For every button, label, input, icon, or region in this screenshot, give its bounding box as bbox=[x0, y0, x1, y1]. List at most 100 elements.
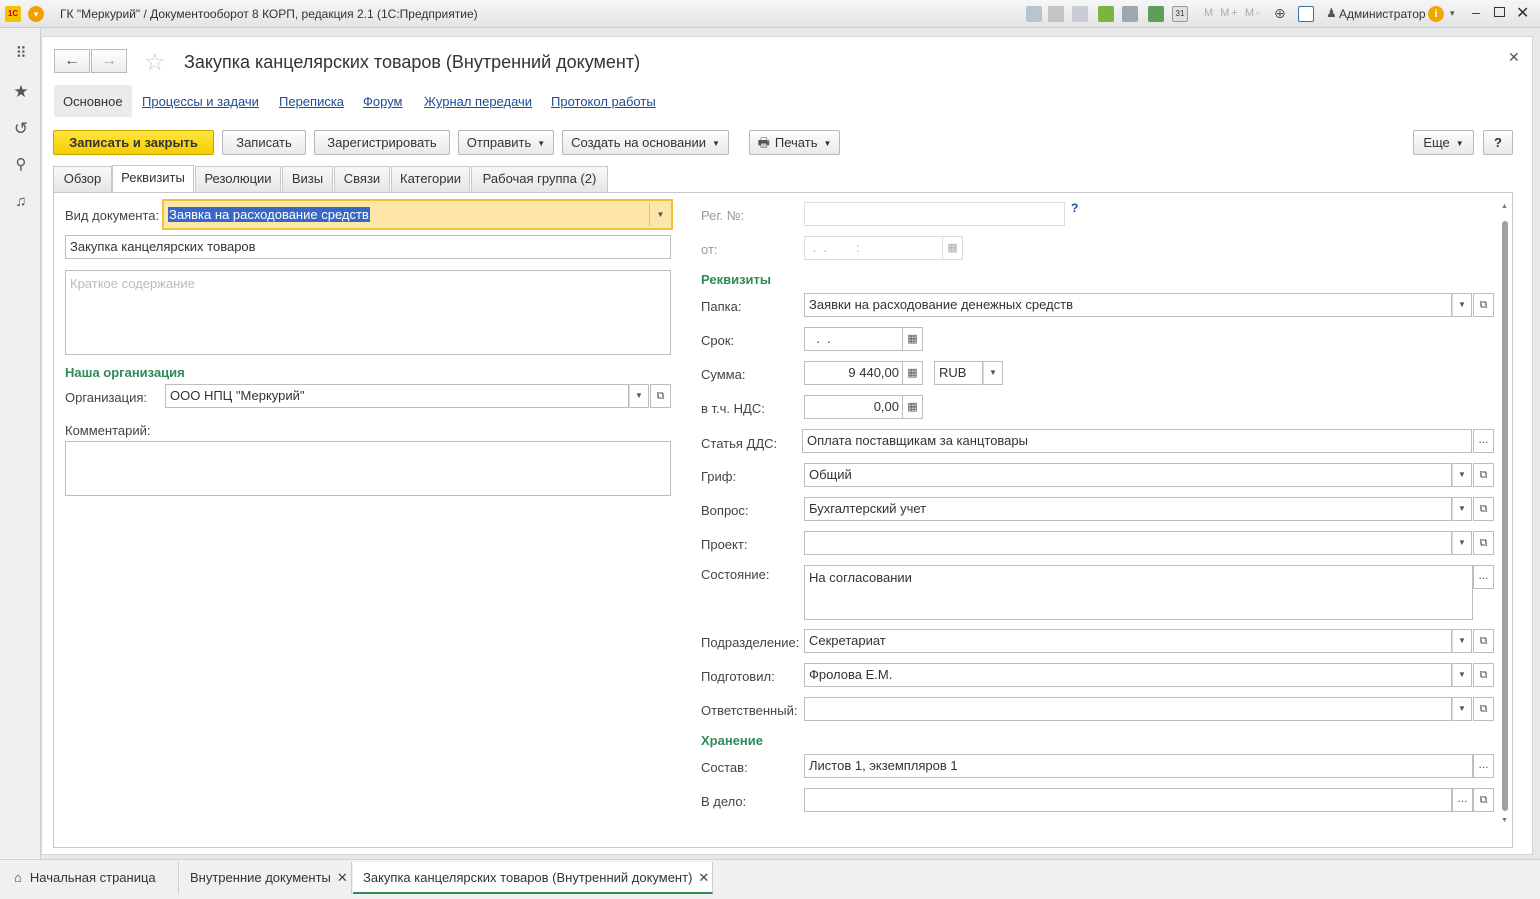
history-icon[interactable]: ↺ bbox=[12, 120, 30, 138]
back-button[interactable]: ← bbox=[54, 49, 90, 73]
open-icon[interactable]: ⧉ bbox=[1473, 463, 1494, 487]
select-dots-icon[interactable]: ... bbox=[1473, 565, 1494, 589]
minimize-icon[interactable]: – bbox=[1472, 4, 1480, 20]
scroll-down-icon[interactable]: ▼ bbox=[1501, 817, 1508, 824]
save-and-close-button[interactable]: Записать и закрыть bbox=[53, 130, 214, 155]
forward-button[interactable]: → bbox=[91, 49, 127, 73]
chevron-down-icon[interactable]: ▼ bbox=[1452, 497, 1472, 521]
m-plus-button[interactable]: M+ bbox=[1220, 7, 1240, 19]
favorite-star-icon[interactable]: ☆ bbox=[144, 48, 166, 77]
comment-field[interactable] bbox=[65, 441, 671, 496]
register-button[interactable]: Зарегистрировать bbox=[314, 130, 450, 155]
tab-links[interactable]: Связи bbox=[334, 166, 390, 192]
chevron-down-icon[interactable]: ▼ bbox=[1452, 463, 1472, 487]
open-icon[interactable]: ⧉ bbox=[1473, 788, 1494, 812]
title-field[interactable]: Закупка канцелярских товаров bbox=[65, 235, 671, 259]
chevron-down-icon[interactable]: ▼ bbox=[1452, 697, 1472, 721]
tab-categories[interactable]: Категории bbox=[391, 166, 470, 192]
create-based-button[interactable]: Создать на основании ▼ bbox=[562, 130, 729, 155]
info-icon[interactable]: i bbox=[1428, 6, 1444, 22]
org-field[interactable]: ООО НПЦ "Меркурий" bbox=[165, 384, 629, 408]
open-icon[interactable]: ⧉ bbox=[1473, 531, 1494, 555]
nav-processes[interactable]: Процессы и задачи bbox=[142, 94, 259, 109]
main-menu-icon[interactable]: ▾ bbox=[28, 6, 44, 22]
dds-field[interactable]: Оплата поставщикам за канцтовары bbox=[802, 429, 1472, 453]
panel-icon[interactable] bbox=[1298, 6, 1314, 22]
open-icon[interactable]: ⧉ bbox=[1473, 497, 1494, 521]
responsible-field[interactable] bbox=[804, 697, 1452, 721]
apps-grid-icon[interactable]: ⠿ bbox=[12, 45, 30, 63]
vat-field[interactable]: 0,00 bbox=[804, 395, 903, 419]
nav-transfer-log[interactable]: Журнал передачи bbox=[424, 94, 532, 109]
summary-field[interactable]: Краткое содержание bbox=[65, 270, 671, 355]
chevron-down-icon[interactable]: ▼ bbox=[1452, 531, 1472, 555]
chevron-down-icon[interactable]: ▼ bbox=[1452, 663, 1472, 687]
grif-field[interactable]: Общий bbox=[804, 463, 1452, 487]
star-icon[interactable]: ★ bbox=[12, 83, 30, 101]
select-dots-icon[interactable]: ... bbox=[1452, 788, 1473, 812]
currency-field[interactable]: RUB bbox=[934, 361, 983, 385]
tab-visas[interactable]: Визы bbox=[282, 166, 333, 192]
tab-overview[interactable]: Обзор bbox=[53, 166, 112, 192]
close-form-icon[interactable]: ✕ bbox=[1508, 49, 1520, 66]
close-icon[interactable]: ✕ bbox=[337, 870, 348, 885]
home-tab[interactable]: ⌂ Начальная страница bbox=[4, 862, 179, 894]
user-name[interactable]: Администратор bbox=[1339, 7, 1426, 21]
calendar-icon[interactable]: ▦ bbox=[903, 327, 923, 351]
calculator-icon[interactable]: ▦ bbox=[903, 395, 923, 419]
chevron-down-icon[interactable]: ▼ bbox=[1452, 629, 1472, 653]
chevron-down-icon[interactable]: ▼ bbox=[629, 384, 649, 408]
select-dots-icon[interactable]: ... bbox=[1473, 754, 1494, 778]
internal-docs-tab[interactable]: Внутренние документы ✕ bbox=[180, 862, 352, 894]
calendar-icon[interactable]: 31 bbox=[1172, 6, 1188, 22]
tab-workgroup[interactable]: Рабочая группа (2) bbox=[471, 166, 608, 192]
due-date-field[interactable]: . . bbox=[804, 327, 903, 351]
dept-field[interactable]: Секретариат bbox=[804, 629, 1452, 653]
state-field[interactable]: На согласовании bbox=[804, 565, 1473, 620]
search-icon[interactable]: ⚲ bbox=[12, 156, 30, 174]
chevron-down-icon[interactable]: ▼ bbox=[983, 361, 1003, 385]
current-doc-tab[interactable]: Закупка канцелярских товаров (Внутренний… bbox=[353, 862, 713, 894]
calculator-icon[interactable]: ▦ bbox=[903, 361, 923, 385]
reg-help-icon[interactable]: ? bbox=[1071, 201, 1078, 215]
help-button[interactable]: ? bbox=[1483, 130, 1513, 155]
open-icon[interactable]: ⧉ bbox=[1473, 629, 1494, 653]
folder-field[interactable]: Заявки на расходование денежных средств bbox=[804, 293, 1452, 317]
zoom-icon[interactable]: ⊕ bbox=[1274, 5, 1286, 22]
prepared-field[interactable]: Фролова Е.М. bbox=[804, 663, 1452, 687]
chevron-down-icon[interactable]: ▼ bbox=[1452, 293, 1472, 317]
question-field[interactable]: Бухгалтерский учет bbox=[804, 497, 1452, 521]
nav-main-label[interactable]: Основное bbox=[63, 94, 123, 109]
nav-forum[interactable]: Форум bbox=[363, 94, 403, 109]
close-window-icon[interactable]: ✕ bbox=[1516, 3, 1529, 23]
composition-field[interactable]: Листов 1, экземпляров 1 bbox=[804, 754, 1473, 778]
maximize-icon[interactable] bbox=[1494, 7, 1505, 17]
bell-icon[interactable]: ♫ bbox=[12, 193, 30, 211]
nav-correspondence[interactable]: Переписка bbox=[279, 94, 344, 109]
scrollbar[interactable]: ▲ ▼ bbox=[1500, 203, 1510, 833]
print-icon[interactable] bbox=[1048, 6, 1064, 22]
more-button[interactable]: Еще ▼ bbox=[1413, 130, 1474, 155]
m-minus-button[interactable]: M- bbox=[1245, 7, 1262, 19]
save-button[interactable]: Записать bbox=[222, 130, 306, 155]
project-field[interactable] bbox=[804, 531, 1452, 555]
tab-resolutions[interactable]: Резолюции bbox=[195, 166, 281, 192]
m-buttons[interactable]: M M+ M- bbox=[1204, 7, 1262, 19]
nav-work-log[interactable]: Протокол работы bbox=[551, 94, 656, 109]
file-field[interactable] bbox=[804, 788, 1452, 812]
calculator-icon[interactable] bbox=[1148, 6, 1164, 22]
print-button[interactable]: 🖶 Печать ▼ bbox=[749, 130, 840, 155]
select-dots-icon[interactable]: ... bbox=[1473, 429, 1494, 453]
send-button[interactable]: Отправить ▼ bbox=[458, 130, 554, 155]
tab-requisites[interactable]: Реквизиты bbox=[112, 165, 194, 192]
open-icon[interactable]: ⧉ bbox=[1473, 697, 1494, 721]
upload-icon[interactable] bbox=[1098, 6, 1114, 22]
doc-type-field[interactable]: Заявка на расходование средств ▼ bbox=[162, 199, 673, 230]
save-icon[interactable] bbox=[1026, 6, 1042, 22]
close-icon[interactable]: ✕ bbox=[698, 870, 709, 885]
info-dropdown-icon[interactable]: ▾ bbox=[1450, 8, 1455, 19]
open-icon[interactable]: ⧉ bbox=[650, 384, 671, 408]
sum-field[interactable]: 9 440,00 bbox=[804, 361, 903, 385]
preview-icon[interactable] bbox=[1072, 6, 1088, 22]
scroll-up-icon[interactable]: ▲ bbox=[1501, 203, 1508, 210]
